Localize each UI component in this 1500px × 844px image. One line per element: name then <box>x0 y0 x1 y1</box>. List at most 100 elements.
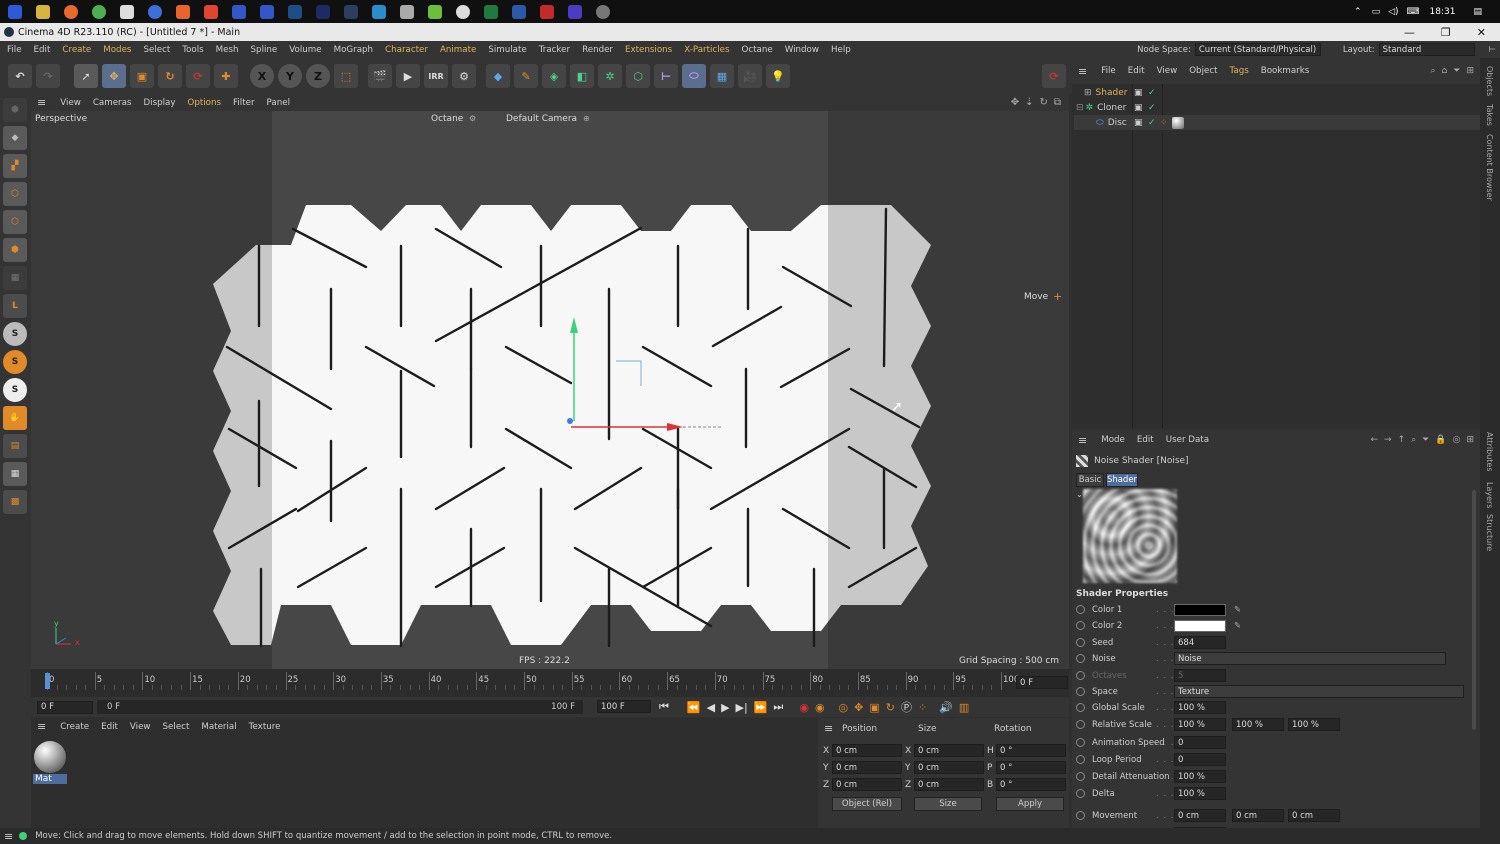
cinema4d-icon[interactable] <box>148 4 162 19</box>
hamburger-icon[interactable]: ≡ <box>37 96 46 109</box>
phong-tag-icon[interactable]: ⁘ <box>1160 118 1168 128</box>
gear-icon[interactable]: ⚙ <box>469 114 476 123</box>
material-tag-icon[interactable] <box>1172 116 1184 129</box>
step-forward-icon[interactable]: ▶| <box>736 701 748 714</box>
attr-field[interactable]: 0 <box>1174 753 1226 766</box>
enabled-check-icon[interactable]: ✓ <box>1148 118 1156 128</box>
planar-workplane-icon[interactable]: ▦ <box>3 462 27 486</box>
objects-menu-file[interactable]: File <box>1095 66 1122 76</box>
animate-radio-icon[interactable] <box>1076 720 1085 729</box>
back-arrow-icon[interactable]: ← <box>1370 435 1378 445</box>
edges-mode-icon[interactable]: ⬡ <box>3 210 27 234</box>
notifications-icon[interactable]: ▤ <box>1473 7 1482 17</box>
object-row-cloner[interactable]: ⊟ ✲ Cloner ▣ ✓ <box>1076 100 1470 115</box>
animate-radio-icon[interactable] <box>1076 671 1085 680</box>
forward-arrow-icon[interactable]: → <box>1384 435 1392 445</box>
right-tab-attributes[interactable]: Attributes <box>1485 432 1494 472</box>
attributes-menu-edit[interactable]: Edit <box>1131 435 1160 445</box>
new-view-icon[interactable]: ⊞ <box>1466 435 1474 445</box>
play-icon[interactable]: ▶ <box>721 701 729 714</box>
acrobat-icon[interactable] <box>540 4 554 19</box>
attr-field[interactable]: 684 <box>1174 636 1226 649</box>
collapse-icon[interactable]: ⊟ <box>1076 103 1084 113</box>
menu-extensions[interactable]: Extensions <box>619 45 678 55</box>
visibility-icon[interactable]: ▣ <box>1134 103 1143 113</box>
animate-radio-icon[interactable] <box>1076 638 1085 647</box>
object-name[interactable]: Cloner <box>1097 103 1126 113</box>
camera-icon[interactable]: ⊕ <box>583 114 590 123</box>
right-tab-takes[interactable]: Takes <box>1485 104 1494 126</box>
lock-icon[interactable]: 🔒 <box>1435 435 1446 445</box>
attr-field[interactable]: 100 % <box>1174 718 1226 731</box>
attr-field[interactable]: 100 % <box>1288 718 1340 731</box>
hamburger-icon[interactable]: ≡ <box>824 722 833 735</box>
size-field[interactable]: 0 cm <box>914 778 984 791</box>
filter-icon[interactable]: ⏷ <box>1453 66 1460 76</box>
search-icon[interactable]: ⌕ <box>1411 435 1416 445</box>
animate-radio-icon[interactable] <box>1076 738 1085 747</box>
animate-radio-icon[interactable] <box>1076 772 1085 781</box>
light-icon[interactable]: 💡 <box>766 64 790 88</box>
polygons-mode-icon[interactable]: ⬢ <box>3 238 27 262</box>
app-icon[interactable] <box>400 4 414 19</box>
attr-field[interactable]: 100 % <box>1174 701 1226 714</box>
menu-select[interactable]: Select <box>137 45 176 55</box>
close-icon[interactable]: ✕ <box>1477 26 1486 39</box>
attr-field[interactable]: 0 cm <box>1174 809 1226 822</box>
menu-animate[interactable]: Animate <box>434 45 482 55</box>
texture-mode-icon[interactable]: ▞ <box>3 154 27 178</box>
menu-render[interactable]: Render <box>576 45 619 55</box>
right-tab-layers[interactable]: Layers <box>1485 482 1494 508</box>
field-icon[interactable]: ⬭ <box>682 64 706 88</box>
attributes-menu-user-data[interactable]: User Data <box>1160 435 1215 445</box>
position-field[interactable]: 0 cm <box>832 744 902 757</box>
color-swatch[interactable] <box>1174 619 1226 632</box>
viewport-menu-view[interactable]: View <box>54 98 87 108</box>
material-menu-view[interactable]: View <box>124 722 157 732</box>
clock-icon[interactable] <box>596 4 610 19</box>
object-row-disc[interactable]: ⬭ Disc ▣ ✓ ⁘ <box>1074 115 1480 130</box>
attr-row-space[interactable]: Space. . . . . Texture <box>1076 684 1472 699</box>
attr-row-color-2[interactable]: Color 2. . . . . ✎ <box>1076 618 1472 633</box>
step-back-icon[interactable]: ◀ <box>707 701 715 714</box>
camera-icon[interactable]: 🎥 <box>738 64 762 88</box>
pla-key-icon[interactable]: ⁘ <box>918 701 927 714</box>
menu-window[interactable]: Window <box>779 45 825 55</box>
right-tab-content-browser[interactable]: Content Browser <box>1485 134 1494 201</box>
range-slider[interactable]: 0 F 100 F <box>97 700 583 714</box>
select-tool-icon[interactable]: ➚ <box>74 64 98 88</box>
excel-icon[interactable] <box>484 4 498 19</box>
maximize-icon[interactable]: ⧉ <box>1054 97 1061 108</box>
hamburger-icon[interactable]: ≡ <box>4 830 13 843</box>
network-icon[interactable]: ▭ <box>1372 7 1381 17</box>
position-key-icon[interactable]: ✥ <box>854 701 863 714</box>
menu-simulate[interactable]: Simulate <box>482 45 532 55</box>
attr-field[interactable]: 100 % <box>1174 770 1226 783</box>
apply-button[interactable]: Apply <box>996 797 1064 811</box>
make-editable-icon[interactable]: ⬢ <box>3 98 27 122</box>
objects-menu-edit[interactable]: Edit <box>1122 66 1151 76</box>
start-icon[interactable] <box>8 4 22 19</box>
current-frame-field[interactable]: 0 F <box>1016 676 1068 689</box>
color-swatch[interactable] <box>1174 603 1226 616</box>
irr-button[interactable]: IRR <box>424 64 448 88</box>
enabled-check-icon[interactable]: ✓ <box>1148 88 1156 98</box>
animate-radio-icon[interactable] <box>1076 703 1085 712</box>
attr-row-delta[interactable]: Delta. . . . . 100 % <box>1076 786 1472 801</box>
app-icon[interactable] <box>176 4 190 19</box>
visibility-icon[interactable]: ▣ <box>1134 88 1143 98</box>
dolly-icon[interactable]: ⇣ <box>1025 97 1033 108</box>
scale-key-icon[interactable]: ▣ <box>869 701 879 714</box>
menu-character[interactable]: Character <box>379 45 434 55</box>
animate-radio-icon[interactable] <box>1076 654 1085 663</box>
orbit-icon[interactable]: ↻ <box>1039 97 1047 108</box>
shield-icon[interactable] <box>260 4 274 19</box>
locked-workplane-icon[interactable]: ▩ <box>3 490 27 514</box>
material-menu-select[interactable]: Select <box>157 722 196 732</box>
pen-icon[interactable]: ✎ <box>514 64 538 88</box>
animate-radio-icon[interactable] <box>1076 755 1085 764</box>
playhead[interactable] <box>45 673 50 689</box>
menu-mograph[interactable]: MoGraph <box>328 45 379 55</box>
menu-file[interactable]: File <box>1 45 28 55</box>
home-icon[interactable]: ⌂ <box>1442 66 1448 76</box>
